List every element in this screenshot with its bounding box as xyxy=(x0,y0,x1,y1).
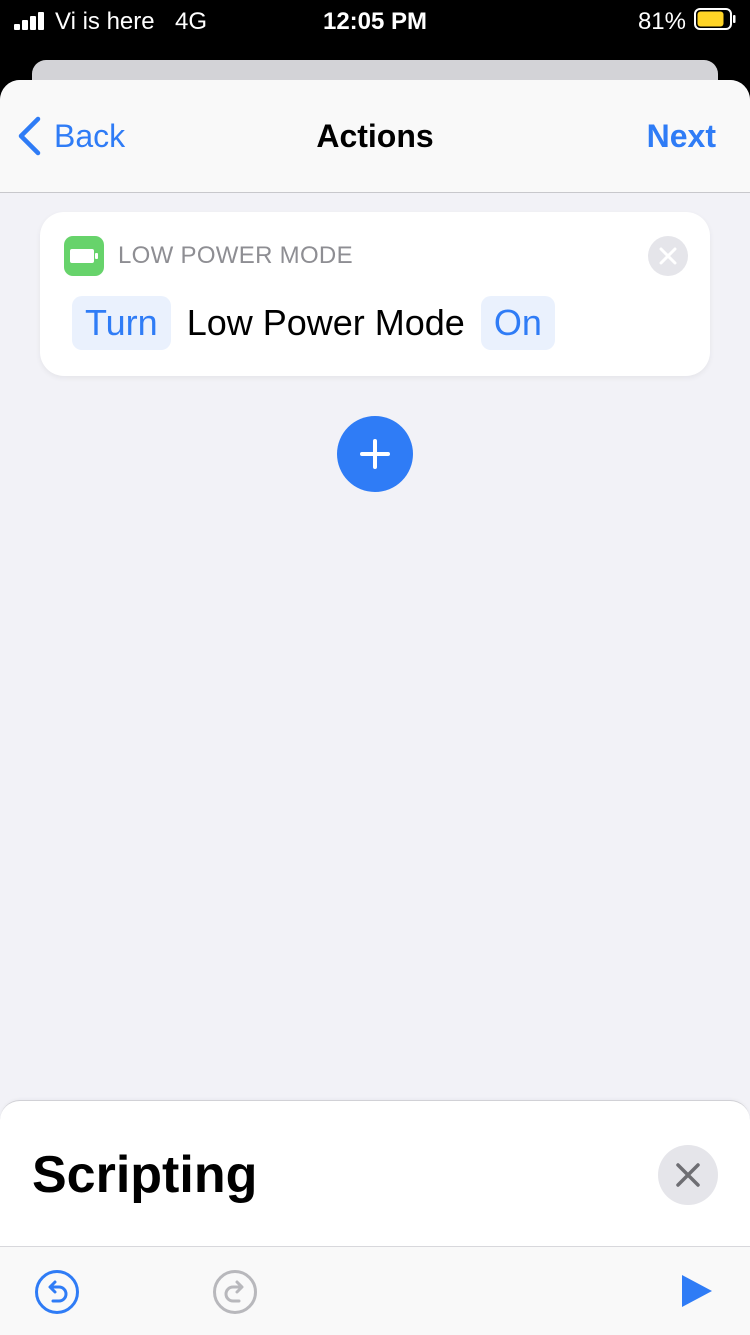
undo-icon[interactable] xyxy=(34,1269,80,1315)
chevron-left-icon xyxy=(18,116,41,156)
action-parameters: Turn Low Power Mode On xyxy=(72,296,555,350)
close-sheet-button[interactable] xyxy=(658,1145,718,1205)
play-icon[interactable] xyxy=(680,1273,714,1309)
close-icon xyxy=(676,1163,700,1187)
action-library-sheet[interactable]: Scripting xyxy=(0,1100,750,1247)
back-button[interactable]: Back xyxy=(16,116,125,156)
status-bar: Vi is here 4G 12:05 PM 81% xyxy=(0,0,750,44)
next-button[interactable]: Next xyxy=(647,118,716,155)
editor-toolbar xyxy=(0,1246,750,1335)
close-icon xyxy=(659,247,677,265)
remove-action-button[interactable] xyxy=(648,236,688,276)
action-state-token[interactable]: On xyxy=(480,296,555,350)
action-card-low-power-mode[interactable]: LOW POWER MODE Turn Low Power Mode On xyxy=(40,212,710,376)
battery-percentage: 81% xyxy=(637,8,686,35)
battery-icon xyxy=(64,236,104,276)
action-verb-token[interactable]: Turn xyxy=(72,296,171,350)
action-header: LOW POWER MODE xyxy=(118,242,353,269)
add-action-button[interactable] xyxy=(337,416,413,492)
plus-icon xyxy=(360,439,390,469)
sheet-title: Scripting xyxy=(32,1146,258,1204)
battery-icon xyxy=(694,8,736,30)
back-button-label: Back xyxy=(54,117,126,154)
redo-icon[interactable] xyxy=(212,1269,258,1315)
action-target-label: Low Power Mode xyxy=(186,302,465,343)
navigation-bar: Back Actions Next xyxy=(0,80,750,193)
